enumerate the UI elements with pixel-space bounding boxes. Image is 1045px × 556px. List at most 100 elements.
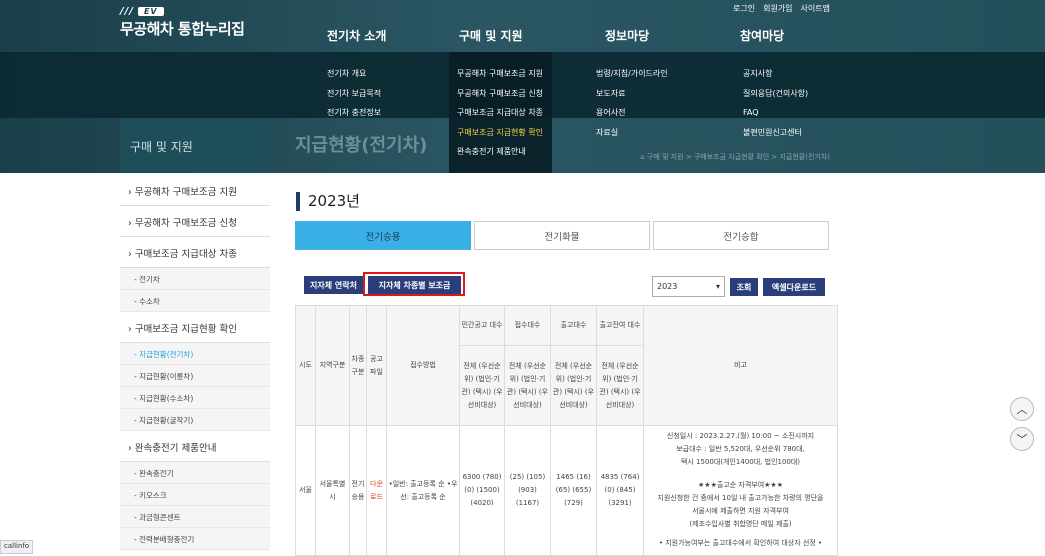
note-line: 서울시에 제출하면 지원 자격부여 xyxy=(692,507,789,515)
vehicle-tabs: 전기승용 전기화물 전기승합 xyxy=(295,221,829,250)
submenu-item[interactable]: 보도자료 xyxy=(596,84,668,104)
submenu-item-active[interactable]: 구매보조금 지급현황 확인 xyxy=(457,123,543,143)
note-line: 지원신청한 건 중에서 10일 내 출고가능한 차량의 명단을 xyxy=(657,494,824,502)
tab-passenger[interactable]: 전기승용 xyxy=(295,221,471,250)
lnb-menu-item[interactable]: › 무공해차 구매보조금 지원 xyxy=(120,175,270,206)
submenu-item[interactable]: 무공해차 구매보조금 신청 xyxy=(457,84,543,104)
gnb-ev-intro[interactable]: 전기차 소개 xyxy=(327,27,386,44)
header-method: 접수방법 xyxy=(386,305,460,426)
logo-slashes-icon: /// xyxy=(120,6,134,17)
year-heading: 2023년 xyxy=(296,192,360,211)
lnb-menu-item[interactable]: › 구매보조금 지급대상 차종 xyxy=(120,237,270,268)
scroll-down-button[interactable]: ﹀ xyxy=(1010,427,1034,451)
note-line: ★★★출고순 자격부여★★★ xyxy=(698,481,783,489)
note-line: • 지원가능여부는 출고대수에서 확인하여 대상자 선정 • xyxy=(658,539,823,547)
header-received: 접수대수 xyxy=(504,305,551,346)
subheader-private: 전체 (우선순위) (법인·기관) (택시) (우선비대상) xyxy=(459,345,505,426)
cell-sido: 서울 xyxy=(295,425,316,556)
page-title: 지급현황(전기차) xyxy=(295,135,428,156)
table-row: 서울 서울특별시 전기 승용 다운 로드 •일반: 출고등록 순 •우선: 출고… xyxy=(295,425,838,556)
excel-download-button[interactable]: 엑셀다운로드 xyxy=(763,278,825,296)
breadcrumb: ⌂ 구매 및 지원 > 구매보조금 지급현황 확인 > 지급현황(전기차) xyxy=(640,153,830,161)
subheader-remaining: 전체 (우선순위) (법인·기관) (택시) (우선비대상) xyxy=(596,345,644,426)
highlight-box xyxy=(363,272,465,296)
cell-method: •일반: 출고등록 순 •우선: 출고등록 순 xyxy=(386,425,460,556)
sitemap-link[interactable]: 사이트맵 xyxy=(801,3,830,14)
header-sido: 시도 xyxy=(295,305,316,426)
submenu-item[interactable]: 전기차 충전정보 xyxy=(327,103,381,123)
lnb-sub-item[interactable]: - 전력분배형충전기 xyxy=(120,528,270,550)
year-select[interactable]: 2023 ▾ xyxy=(652,276,725,297)
submenu-item[interactable]: 완속충전기 제품안내 xyxy=(457,142,543,162)
scroll-up-button[interactable]: ︿ xyxy=(1010,397,1034,421)
cell-note: 신청일시 : 2023.2.27.(월) 10:00 ~ 소진시까지 보급대수 … xyxy=(643,425,838,556)
site-logo[interactable]: ///EV 무공해차 통합누리집 xyxy=(120,6,245,39)
lnb-sub-item[interactable]: - 수소차 xyxy=(120,290,270,312)
lnb-sub-item[interactable]: - 지급현황(굴착기) xyxy=(120,409,270,431)
utility-links: 로그인 회원가입 사이트맵 xyxy=(733,3,830,14)
subheader-received: 전체 (우선순위) (법인·기관) (택시) (우선비대상) xyxy=(504,345,551,426)
header-notice: 공고 파일 xyxy=(366,305,387,426)
submenu-item[interactable]: FAQ xyxy=(743,103,808,123)
gnb-participation[interactable]: 참여마당 xyxy=(740,27,784,44)
chevron-down-icon: ﹀ xyxy=(1016,433,1028,446)
submenu-info: 법령/지침/가이드라인 보도자료 용어사전 자료실 xyxy=(596,64,668,142)
lnb-menu-item[interactable]: › 무공해차 구매보조금 신청 xyxy=(120,206,270,237)
note-line: 택시 1500대(개인1400대, 법인100대) xyxy=(680,458,801,466)
submenu-item[interactable]: 자료실 xyxy=(596,123,668,143)
local-contact-button[interactable]: 지자체 연락처 xyxy=(304,276,363,294)
header-remaining: 출고잔여 대수 xyxy=(596,305,644,346)
lnb-sub-item[interactable]: - 과금형콘센트 xyxy=(120,506,270,528)
cell-private: 6300 (780) (0) (1500) (4020) xyxy=(459,425,505,556)
header-cartype: 차종 구분 xyxy=(349,305,367,426)
login-link[interactable]: 로그인 xyxy=(733,3,755,14)
note-line: (제조수입사별 취합명단 메일 제출) xyxy=(689,520,792,528)
submenu-item[interactable]: 구매보조금 지급대상 차종 xyxy=(457,103,543,123)
submenu-item[interactable]: 불편민원신고센터 xyxy=(743,123,808,143)
lnb-sub-item[interactable]: - 지급현황(이륜차) xyxy=(120,365,270,387)
header-note: 비고 xyxy=(643,305,838,426)
chevron-down-icon: ▾ xyxy=(715,282,720,291)
lnb-sub-item[interactable]: - 완속충전기 xyxy=(120,462,270,484)
lnb-sub-item[interactable]: - 전기차 xyxy=(120,268,270,290)
site-header: ///EV 무공해차 통합누리집 로그인 회원가입 사이트맵 전기차 소개 구매… xyxy=(0,0,1045,173)
submenu-item[interactable]: 법령/지침/가이드라인 xyxy=(596,64,668,84)
submenu-item[interactable]: 무공해차 구매보조금 지원 xyxy=(457,64,543,84)
cell-received: (25) (105) (903) (1167) xyxy=(504,425,551,556)
submenu-ev-intro: 전기차 개요 전기차 보급목적 전기차 충전정보 xyxy=(327,64,381,123)
notice-download-link[interactable]: 다운 로드 xyxy=(366,425,387,556)
header-released: 출고대수 xyxy=(550,305,597,346)
header-private: 민간공고 대수 xyxy=(459,305,505,346)
left-navigation: › 무공해차 구매보조금 지원 › 무공해차 구매보조금 신청 › 구매보조금 지급… xyxy=(120,175,270,550)
year-select-value: 2023 xyxy=(657,282,678,291)
signup-link[interactable]: 회원가입 xyxy=(763,3,792,14)
cell-released: 1465 (16) (65) (655) (729) xyxy=(550,425,597,556)
status-bar: callinfo xyxy=(0,540,34,554)
note-line: 신청일시 : 2023.2.27.(월) 10:00 ~ 소진시까지 xyxy=(666,432,815,440)
cell-remaining: 4835 (764) (0) (845) (3291) xyxy=(596,425,644,556)
submenu-item[interactable]: 질의응답(건의사항) xyxy=(743,84,808,104)
subheader-released: 전체 (우선순위) (법인·기관) (택시) (우선비대상) xyxy=(550,345,597,426)
logo-ev-tag: EV xyxy=(137,7,164,16)
cell-cartype: 전기 승용 xyxy=(349,425,367,556)
submenu-item[interactable]: 전기차 개요 xyxy=(327,64,381,84)
submenu-participation: 공지사항 질의응답(건의사항) FAQ 불편민원신고센터 xyxy=(743,64,808,142)
submenu-item[interactable]: 용어사전 xyxy=(596,103,668,123)
gnb-purchase-support[interactable]: 구매 및 지원 xyxy=(459,27,523,44)
header-region: 지역구분 xyxy=(315,305,350,426)
tab-bus[interactable]: 전기승합 xyxy=(653,221,829,250)
gnb-info[interactable]: 정보마당 xyxy=(605,27,649,44)
tab-truck[interactable]: 전기화물 xyxy=(474,221,650,250)
logo-name: 무공해차 통합누리집 xyxy=(120,20,245,38)
submenu-purchase-support: 무공해차 구매보조금 지원 무공해차 구매보조금 신청 구매보조금 지급대상 차… xyxy=(457,64,543,162)
submenu-item[interactable]: 전기차 보급목적 xyxy=(327,84,381,104)
lnb-menu-item[interactable]: › 완속충전기 제품안내 xyxy=(120,431,270,462)
note-line: 보급대수 : 일반 5,520대, 우선순위 780대, xyxy=(676,445,805,453)
submenu-item[interactable]: 공지사항 xyxy=(743,64,808,84)
chevron-up-icon: ︿ xyxy=(1016,403,1028,416)
lnb-sub-item[interactable]: - 지급현황(수소차) xyxy=(120,387,270,409)
lnb-sub-item[interactable]: - 지급현황(전기차) xyxy=(120,343,270,365)
lnb-menu-item[interactable]: › 구매보조금 지급현황 확인 xyxy=(120,312,270,343)
search-button[interactable]: 조회 xyxy=(730,278,758,296)
lnb-sub-item[interactable]: - 키오스크 xyxy=(120,484,270,506)
